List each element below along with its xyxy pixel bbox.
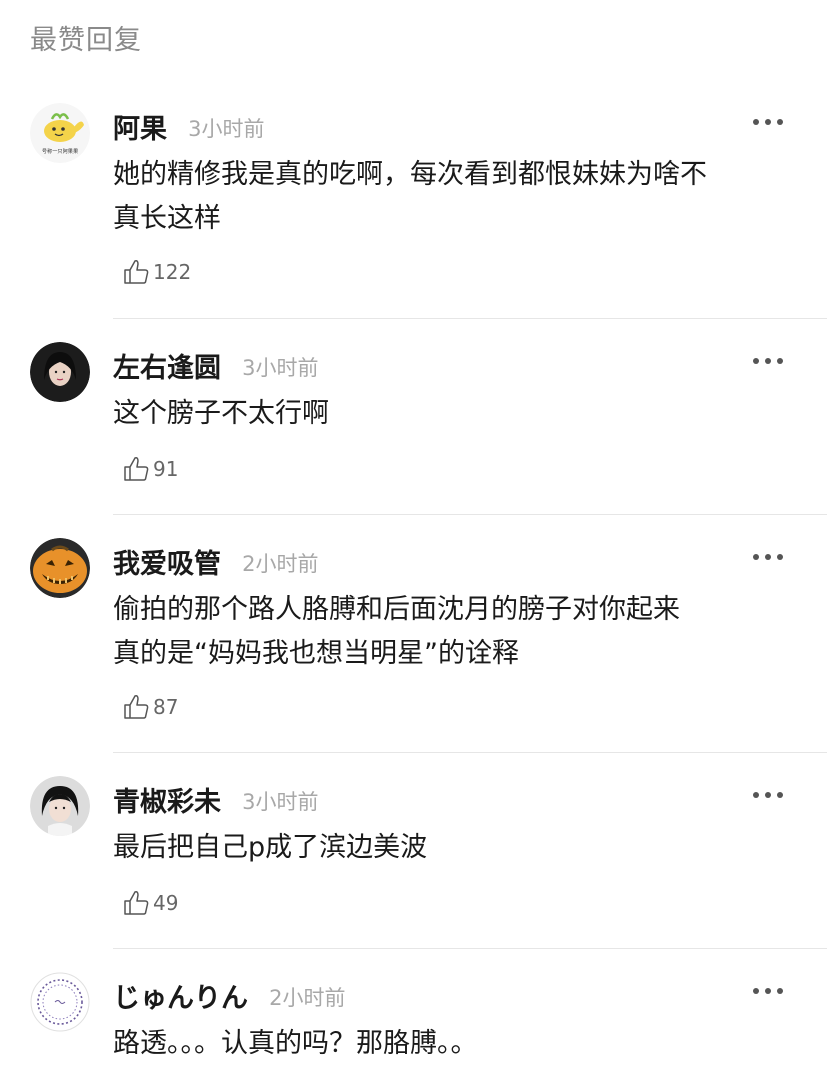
timestamp: 3小时前 bbox=[188, 117, 265, 141]
like-count: 49 bbox=[153, 891, 179, 915]
like-button[interactable]: 49 bbox=[121, 888, 178, 918]
more-options-button[interactable] bbox=[753, 554, 783, 560]
avatar[interactable] bbox=[30, 342, 90, 402]
girl-portrait-avatar-icon bbox=[30, 776, 90, 836]
thumbs-up-icon bbox=[124, 457, 149, 481]
timestamp: 2小时前 bbox=[269, 986, 346, 1010]
comment-line: 她的精修我是真的吃啊，每次看到都恨妹妹为啥不 bbox=[113, 159, 707, 190]
more-options-button[interactable] bbox=[753, 988, 783, 994]
avatar[interactable] bbox=[30, 776, 90, 836]
avatar[interactable] bbox=[30, 972, 90, 1032]
comment-text: 路透。。。认真的吗？那胳膊。。 bbox=[113, 1022, 793, 1066]
comment-text: 偷拍的那个路人胳膊和后面沈月的膀子对你起来 真的是“妈妈我也想当明星”的诠释 bbox=[113, 588, 793, 676]
banana-whale-avatar-icon: 号称一只阿果果 bbox=[30, 103, 90, 163]
like-button[interactable]: 122 bbox=[121, 257, 191, 287]
like-button[interactable]: 87 bbox=[121, 692, 178, 722]
comment-line: 偷拍的那个路人胳膊和后面沈月的膀子对你起来 bbox=[113, 594, 680, 625]
comment-text: 这个膀子不太行啊 bbox=[113, 392, 793, 436]
divider bbox=[113, 318, 827, 319]
like-count: 87 bbox=[153, 695, 179, 719]
comment-text: 她的精修我是真的吃啊，每次看到都恨妹妹为啥不 真长这样 bbox=[113, 153, 793, 241]
username[interactable]: 左右逢圆 bbox=[113, 353, 221, 384]
divider bbox=[113, 514, 827, 515]
portrait-avatar-icon bbox=[30, 342, 90, 402]
comment-line: 真长这样 bbox=[113, 203, 221, 234]
username[interactable]: 青椒彩未 bbox=[113, 787, 221, 818]
thumbs-up-icon bbox=[124, 891, 149, 915]
comment-text: 最后把自己p成了滨边美波 bbox=[113, 826, 793, 870]
like-count: 91 bbox=[153, 457, 179, 481]
avatar-label: 号称一只阿果果 bbox=[42, 147, 78, 155]
username[interactable]: じゅんりん bbox=[113, 983, 248, 1014]
like-button[interactable]: 91 bbox=[121, 454, 178, 484]
divider bbox=[113, 752, 827, 753]
section-title: 最赞回复 bbox=[30, 25, 142, 56]
more-options-button[interactable] bbox=[753, 792, 783, 798]
like-count: 122 bbox=[153, 260, 192, 284]
avatar[interactable] bbox=[30, 538, 90, 598]
comment-line: 最后把自己p成了滨边美波 bbox=[113, 832, 428, 863]
timestamp: 3小时前 bbox=[242, 790, 319, 814]
avatar[interactable]: 号称一只阿果果 bbox=[30, 103, 90, 163]
thumbs-up-icon bbox=[124, 695, 149, 719]
timestamp: 2小时前 bbox=[242, 552, 319, 576]
thumbs-up-icon bbox=[124, 260, 149, 284]
username[interactable]: 阿果 bbox=[113, 114, 167, 145]
circular-text-avatar-icon bbox=[30, 972, 90, 1032]
comment-line: 路透。。。认真的吗？那胳膊。。 bbox=[113, 1028, 478, 1059]
more-options-button[interactable] bbox=[753, 358, 783, 364]
divider bbox=[113, 948, 827, 949]
comment-line: 真的是“妈妈我也想当明星”的诠释 bbox=[113, 638, 519, 669]
timestamp: 3小时前 bbox=[242, 356, 319, 380]
comment-line: 这个膀子不太行啊 bbox=[113, 398, 329, 429]
username[interactable]: 我爱吸管 bbox=[113, 549, 221, 580]
more-options-button[interactable] bbox=[753, 119, 783, 125]
pumpkin-avatar-icon bbox=[30, 538, 90, 598]
